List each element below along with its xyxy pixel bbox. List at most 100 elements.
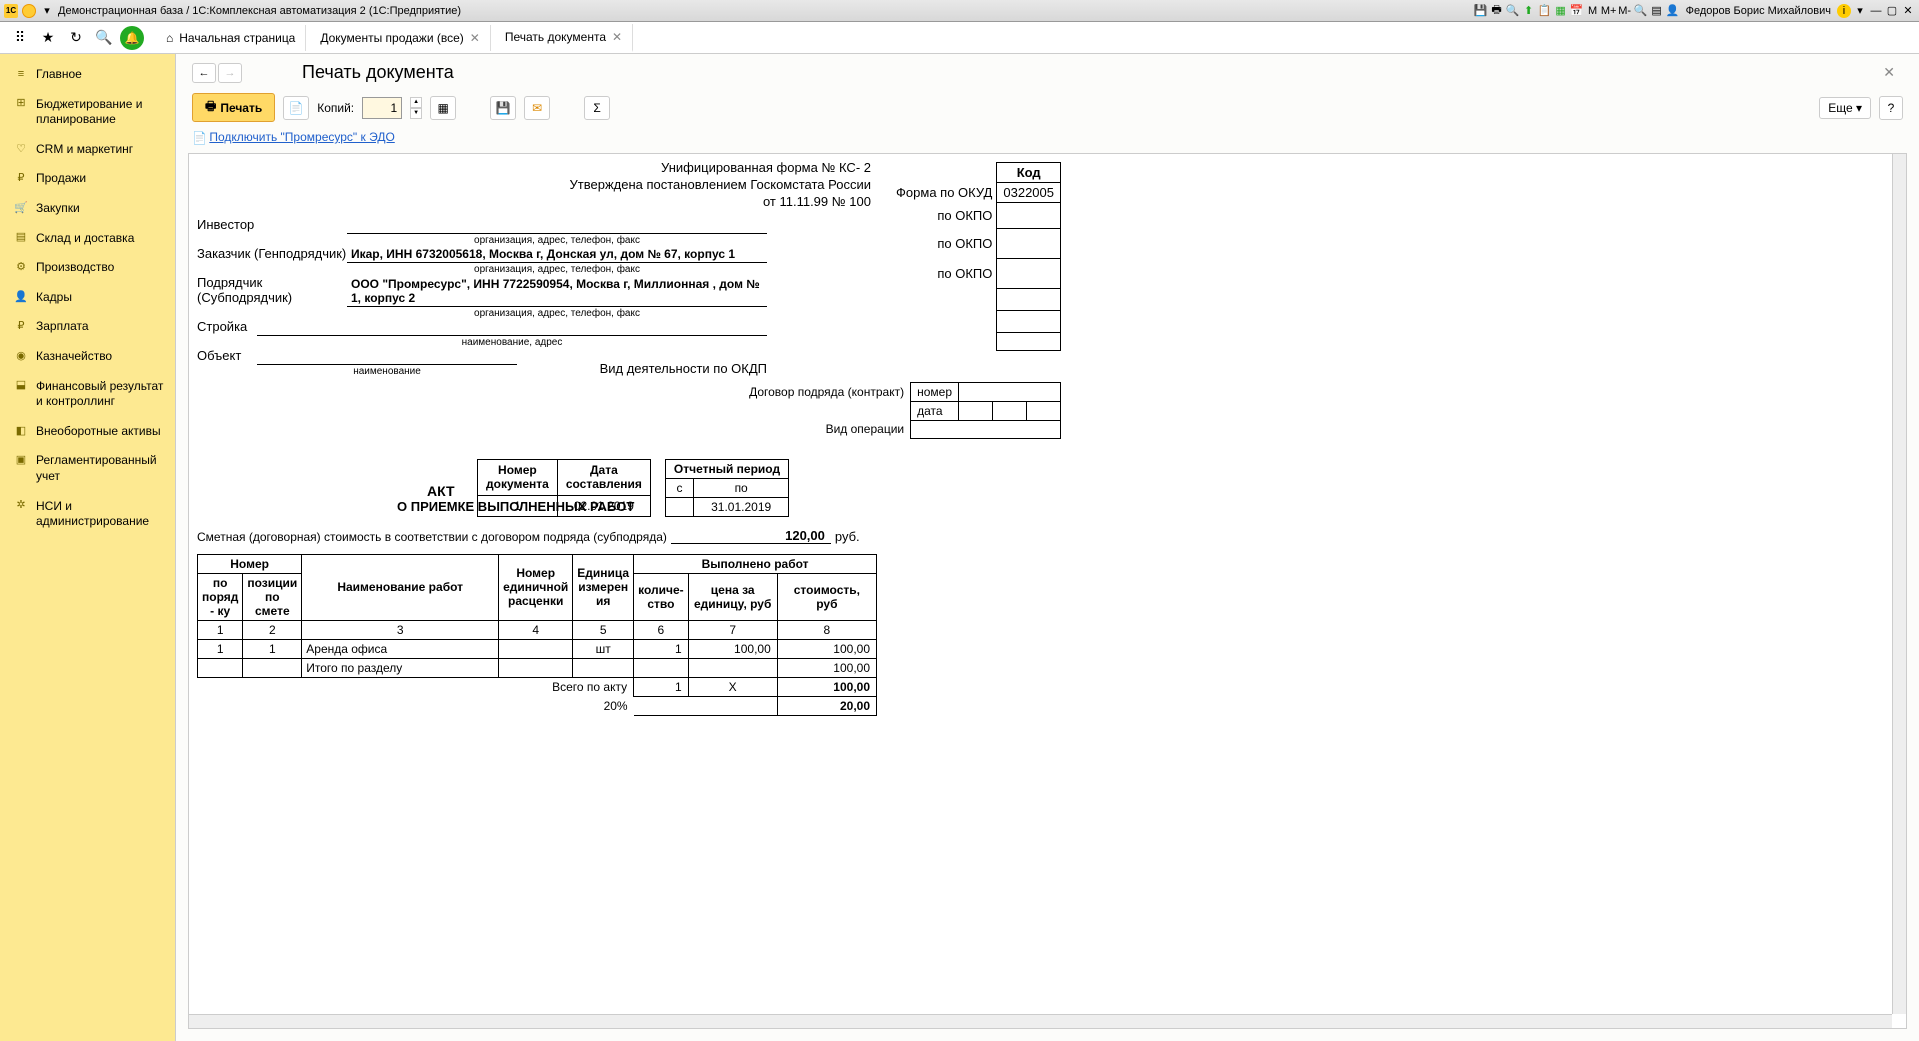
- preview-icon[interactable]: 🔍: [1506, 4, 1520, 18]
- docdate-h1: Дата: [590, 463, 618, 477]
- build-label: Стройка: [197, 319, 257, 336]
- sidebar-label: Бюджетирование и планирование: [36, 97, 165, 128]
- tab-documents[interactable]: Документы продажи (все) ✕: [310, 25, 490, 51]
- org-hint-2: организация, адрес, телефон, факс: [347, 264, 767, 275]
- help-button[interactable]: ?: [1879, 96, 1903, 120]
- th-cost: стоимость, руб: [777, 573, 876, 620]
- favs-icon[interactable]: ▤: [1650, 4, 1664, 18]
- user-icon: 👤: [1666, 4, 1680, 18]
- sidebar-item-production[interactable]: ⚙Производство: [0, 253, 175, 283]
- copies-down-button[interactable]: ▼: [410, 108, 422, 119]
- minimize-icon[interactable]: —: [1869, 4, 1883, 18]
- sum-button[interactable]: Σ: [584, 96, 610, 120]
- m-icon[interactable]: М: [1586, 4, 1600, 18]
- sidebar-icon-budget: ⊞: [14, 97, 28, 111]
- app-circle-icon[interactable]: [22, 4, 36, 18]
- investor-value: [347, 218, 767, 234]
- maximize-icon[interactable]: ▢: [1885, 4, 1899, 18]
- calc-icon[interactable]: 📋: [1538, 4, 1552, 18]
- tab-print-close-icon[interactable]: ✕: [612, 30, 622, 44]
- th-price: цена за единицу, руб: [688, 573, 777, 620]
- sidebar-item-budget[interactable]: ⊞ Бюджетирование и планирование: [0, 90, 175, 135]
- vertical-scrollbar[interactable]: [1892, 154, 1906, 1014]
- search-icon[interactable]: 🔍: [92, 26, 116, 50]
- cal-icon[interactable]: ▦: [1554, 4, 1568, 18]
- sidebar-item-nsi[interactable]: ✲НСИ и администрирование: [0, 492, 175, 537]
- period-table: Отчетный период спо 31.01.2019: [665, 459, 789, 517]
- tab-home[interactable]: ⌂ Начальная страница: [156, 25, 306, 51]
- bell-icon[interactable]: 🔔: [120, 26, 144, 50]
- sidebar-item-warehouse[interactable]: ▤Склад и доставка: [0, 224, 175, 254]
- history-icon[interactable]: ↻: [64, 26, 88, 50]
- total-qty: 1: [634, 677, 689, 696]
- act-title: АКТ: [427, 483, 455, 499]
- date-icon[interactable]: 📅: [1570, 4, 1584, 18]
- estimate-label: Сметная (договорная) стоимость в соответ…: [197, 530, 667, 544]
- settings-button[interactable]: ▦: [430, 96, 456, 120]
- edo-link[interactable]: Подключить "Промресурс" к ЭДО: [209, 130, 394, 144]
- edo-icon: 📄: [192, 131, 206, 145]
- sidebar-item-hr[interactable]: 👤Кадры: [0, 283, 175, 313]
- horizontal-scrollbar[interactable]: [189, 1014, 1892, 1028]
- info-icon[interactable]: i: [1837, 4, 1851, 18]
- sidebar-label: Финансовый результат и контроллинг: [36, 379, 165, 410]
- sidebar-item-assets[interactable]: ◧Внеоборотные активы: [0, 417, 175, 447]
- sidebar-label: Казначейство: [36, 349, 112, 365]
- sidebar-item-treasury[interactable]: ◉Казначейство: [0, 342, 175, 372]
- apps-icon[interactable]: ⠿: [8, 26, 32, 50]
- page-close-icon[interactable]: ✕: [1875, 64, 1903, 81]
- sidebar-icon-main: ≡: [14, 67, 28, 81]
- user-name[interactable]: Федоров Борис Михайлович: [1682, 5, 1835, 17]
- sidebar-icon-regaccount: ▣: [14, 453, 28, 467]
- th-qty: количе- ство: [634, 573, 689, 620]
- sidebar-item-main[interactable]: ≡Главное: [0, 60, 175, 90]
- subtotal-label: Итого по разделу: [302, 658, 499, 677]
- document-viewport[interactable]: Код Форма по ОКУД0322005 по ОКПО по ОКПО…: [188, 153, 1907, 1029]
- m-plus-icon[interactable]: М+: [1602, 4, 1616, 18]
- copies-up-button[interactable]: ▲: [410, 97, 422, 108]
- sidebar-icon-hr: 👤: [14, 290, 28, 304]
- star-icon[interactable]: ★: [36, 26, 60, 50]
- r1-cost: 100,00: [777, 639, 876, 658]
- sidebar-item-sales[interactable]: ₽Продажи: [0, 164, 175, 194]
- sidebar-label: Закупки: [36, 201, 80, 217]
- print-button[interactable]: 🖶Печать: [192, 93, 275, 122]
- contract-num-label: номер: [911, 382, 959, 401]
- more-button[interactable]: Еще ▾: [1819, 97, 1871, 119]
- zoom-icon[interactable]: 🔍: [1634, 4, 1648, 18]
- save-file-button[interactable]: 💾: [490, 96, 516, 120]
- sidebar-item-regaccount[interactable]: ▣Регламентированный учет: [0, 446, 175, 491]
- total-cost: 100,00: [777, 677, 876, 696]
- sidebar-item-finresult[interactable]: ⬓Финансовый результат и контроллинг: [0, 372, 175, 417]
- subtotal-cost: 100,00: [777, 658, 876, 677]
- form-line-1: Унифицированная форма № КС- 2: [197, 160, 871, 177]
- sidebar-label: Производство: [36, 260, 114, 276]
- nav-back-button[interactable]: ←: [192, 63, 216, 83]
- email-button[interactable]: ✉: [524, 96, 550, 120]
- col-8: 8: [777, 620, 876, 639]
- preview-button[interactable]: 📄: [283, 96, 309, 120]
- form-line-2: Утверждена постановлением Госкомстата Ро…: [197, 177, 871, 194]
- dropdown-icon[interactable]: ▾: [40, 4, 54, 18]
- close-window-icon[interactable]: ✕: [1901, 4, 1915, 18]
- tab-print[interactable]: Печать документа ✕: [495, 24, 633, 52]
- sidebar-item-crm[interactable]: ♡CRM и маркетинг: [0, 135, 175, 165]
- sidebar-item-purchase[interactable]: 🛒Закупки: [0, 194, 175, 224]
- save-icon[interactable]: 💾: [1474, 4, 1488, 18]
- th-order: по поряд - ку: [198, 573, 243, 620]
- okpo-label-2: по ОКПО: [890, 228, 997, 258]
- m-minus-icon[interactable]: М-: [1618, 4, 1632, 18]
- dd2-icon[interactable]: ▾: [1853, 4, 1867, 18]
- sidebar-label: CRM и маркетинг: [36, 142, 133, 158]
- copies-input[interactable]: [362, 97, 402, 119]
- sidebar-label: Склад и доставка: [36, 231, 134, 247]
- compare-icon[interactable]: ⬆: [1522, 4, 1536, 18]
- sidebar-icon-salary: ₽: [14, 319, 28, 333]
- okpo-label-3: по ОКПО: [890, 258, 997, 288]
- app-logo: 1C: [4, 4, 18, 18]
- nav-forward-button[interactable]: →: [218, 63, 242, 83]
- th-num: Номер: [198, 554, 302, 573]
- print-icon[interactable]: 🖶: [1490, 4, 1504, 18]
- tab-documents-close-icon[interactable]: ✕: [470, 31, 480, 45]
- sidebar-item-salary[interactable]: ₽Зарплата: [0, 312, 175, 342]
